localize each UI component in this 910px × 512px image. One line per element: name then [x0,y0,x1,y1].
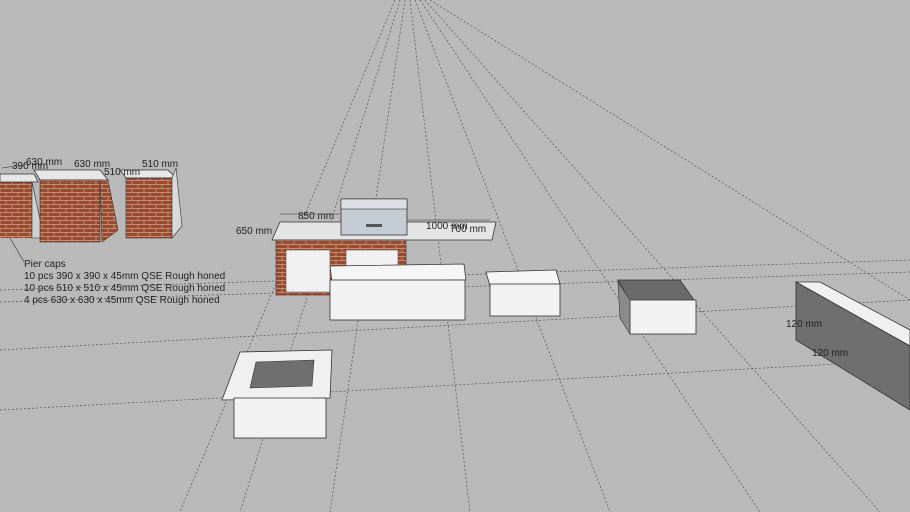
pier-large[interactable] [33,169,119,243]
dim-seat-b: 120 mm [812,348,848,359]
dim-pier-large-a: 630 mm [26,157,62,168]
note-line-2: 10 pcs 510 x 510 x 45mm QSE Rough honed [24,283,225,294]
dim-seat-a: 120 mm [786,319,822,330]
dim-pier-medium-side: 510 mm [104,167,140,178]
pier-small[interactable] [0,173,45,239]
fire-pit[interactable] [221,349,333,439]
dim-bench-depth: 700 mm [450,224,486,235]
cabinet-door-left [285,249,331,293]
planter-small[interactable] [485,269,561,317]
model-viewport[interactable]: 390 mm 630 mm 630 mm 510 mm 510 mm Pier … [0,0,910,512]
note-line-1: 10 pcs 390 x 390 x 45mm QSE Rough honed [24,271,225,282]
note-title: Pier caps [24,259,66,270]
dim-bbq-width: 850 mm [298,211,334,222]
dim-pier-medium-top: 510 mm [142,159,178,170]
pier-caps-note: Pier caps 10 pcs 390 x 390 x 45mm QSE Ro… [9,237,225,306]
pier-medium[interactable] [119,167,183,239]
note-line-3: 4 pcs 630 x 630 x 45mm QSE Rough honed [24,295,220,306]
planter-long[interactable] [329,263,467,321]
planter-open[interactable] [617,279,697,336]
perspective-guides [0,0,910,512]
dim-bbq-depth: 650 mm [236,226,272,237]
bbq-grill[interactable] [340,198,408,236]
